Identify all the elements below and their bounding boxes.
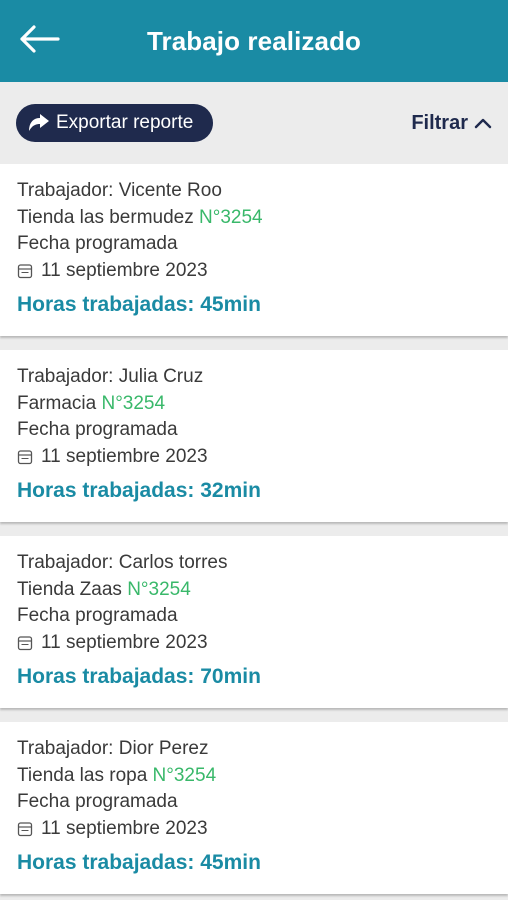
store-number: N°3254 xyxy=(101,392,166,414)
hours-worked: Horas trabajadas: 70min xyxy=(17,665,261,688)
store-line: Tienda las ropa N°3254 xyxy=(17,763,508,790)
scheduled-date-label: Fecha programada xyxy=(17,233,178,254)
store-name: Tienda las ropa xyxy=(17,764,148,786)
store-number: N°3254 xyxy=(127,578,191,600)
calendar-icon xyxy=(17,449,33,465)
export-report-label: Exportar reporte xyxy=(56,112,194,133)
calendar-icon xyxy=(17,821,33,837)
worker-name: Trabajador: Dior Perez xyxy=(17,738,209,759)
hours-worked: Horas trabajadas: 45min xyxy=(17,293,261,316)
scheduled-date-row: 11 septiembre 2023 xyxy=(17,444,508,471)
scheduled-date-label: Fecha programada xyxy=(17,419,178,440)
page-title: Trabajo realizado xyxy=(146,25,362,56)
scheduled-date-row: 11 septiembre 2023 xyxy=(17,630,508,657)
app-bar: Trabajo realizado xyxy=(0,0,508,82)
arrow-left-icon xyxy=(20,24,60,58)
share-arrow-icon xyxy=(28,112,52,134)
work-records-list: Trabajador: Vicente Roo Tienda las bermu… xyxy=(0,164,508,900)
worker-name: Trabajador: Carlos torres xyxy=(17,552,228,573)
export-report-button[interactable]: Exportar reporte xyxy=(16,104,214,142)
store-name: Tienda Zaas xyxy=(17,578,122,600)
store-line: Tienda las bermudez N°3254 xyxy=(17,205,508,232)
scheduled-date-row: 11 septiembre 2023 xyxy=(17,258,508,285)
scheduled-date: 11 septiembre 2023 xyxy=(41,445,208,467)
store-name: Tienda las bermudez xyxy=(17,206,194,228)
store-line: Farmacia N°3254 xyxy=(17,391,508,418)
chevron-up-icon xyxy=(474,117,492,129)
worker-name: Trabajador: Julia Cruz xyxy=(17,366,204,387)
scheduled-date-row: 11 septiembre 2023 xyxy=(17,816,508,843)
work-record-card[interactable]: Trabajador: Vicente Roo Tienda las bermu… xyxy=(0,164,508,336)
toolbar: Exportar reporte Filtrar xyxy=(0,82,508,164)
hours-worked: Horas trabajadas: 32min xyxy=(17,479,261,502)
filter-button[interactable]: Filtrar xyxy=(411,112,492,135)
filter-label: Filtrar xyxy=(411,111,468,134)
back-button[interactable] xyxy=(18,24,62,58)
calendar-icon xyxy=(17,635,33,651)
scheduled-date-label: Fecha programada xyxy=(17,605,178,626)
store-number: N°3254 xyxy=(152,764,217,786)
hours-worked: Horas trabajadas: 45min xyxy=(17,851,261,874)
scheduled-date: 11 septiembre 2023 xyxy=(41,259,208,281)
work-record-card[interactable]: Trabajador: Dior Perez Tienda las ropa N… xyxy=(0,722,508,894)
store-name: Farmacia xyxy=(17,392,97,414)
work-record-card[interactable]: Trabajador: Carlos torres Tienda Zaas N°… xyxy=(0,536,508,708)
worker-name: Trabajador: Vicente Roo xyxy=(17,180,222,201)
scheduled-date: 11 septiembre 2023 xyxy=(41,817,208,839)
work-record-card[interactable]: Trabajador: Julia Cruz Farmacia N°3254 F… xyxy=(0,350,508,522)
scheduled-date: 11 septiembre 2023 xyxy=(41,631,208,653)
store-line: Tienda Zaas N°3254 xyxy=(17,577,508,604)
store-number: N°3254 xyxy=(199,206,263,228)
calendar-icon xyxy=(17,263,33,279)
scheduled-date-label: Fecha programada xyxy=(17,791,178,812)
